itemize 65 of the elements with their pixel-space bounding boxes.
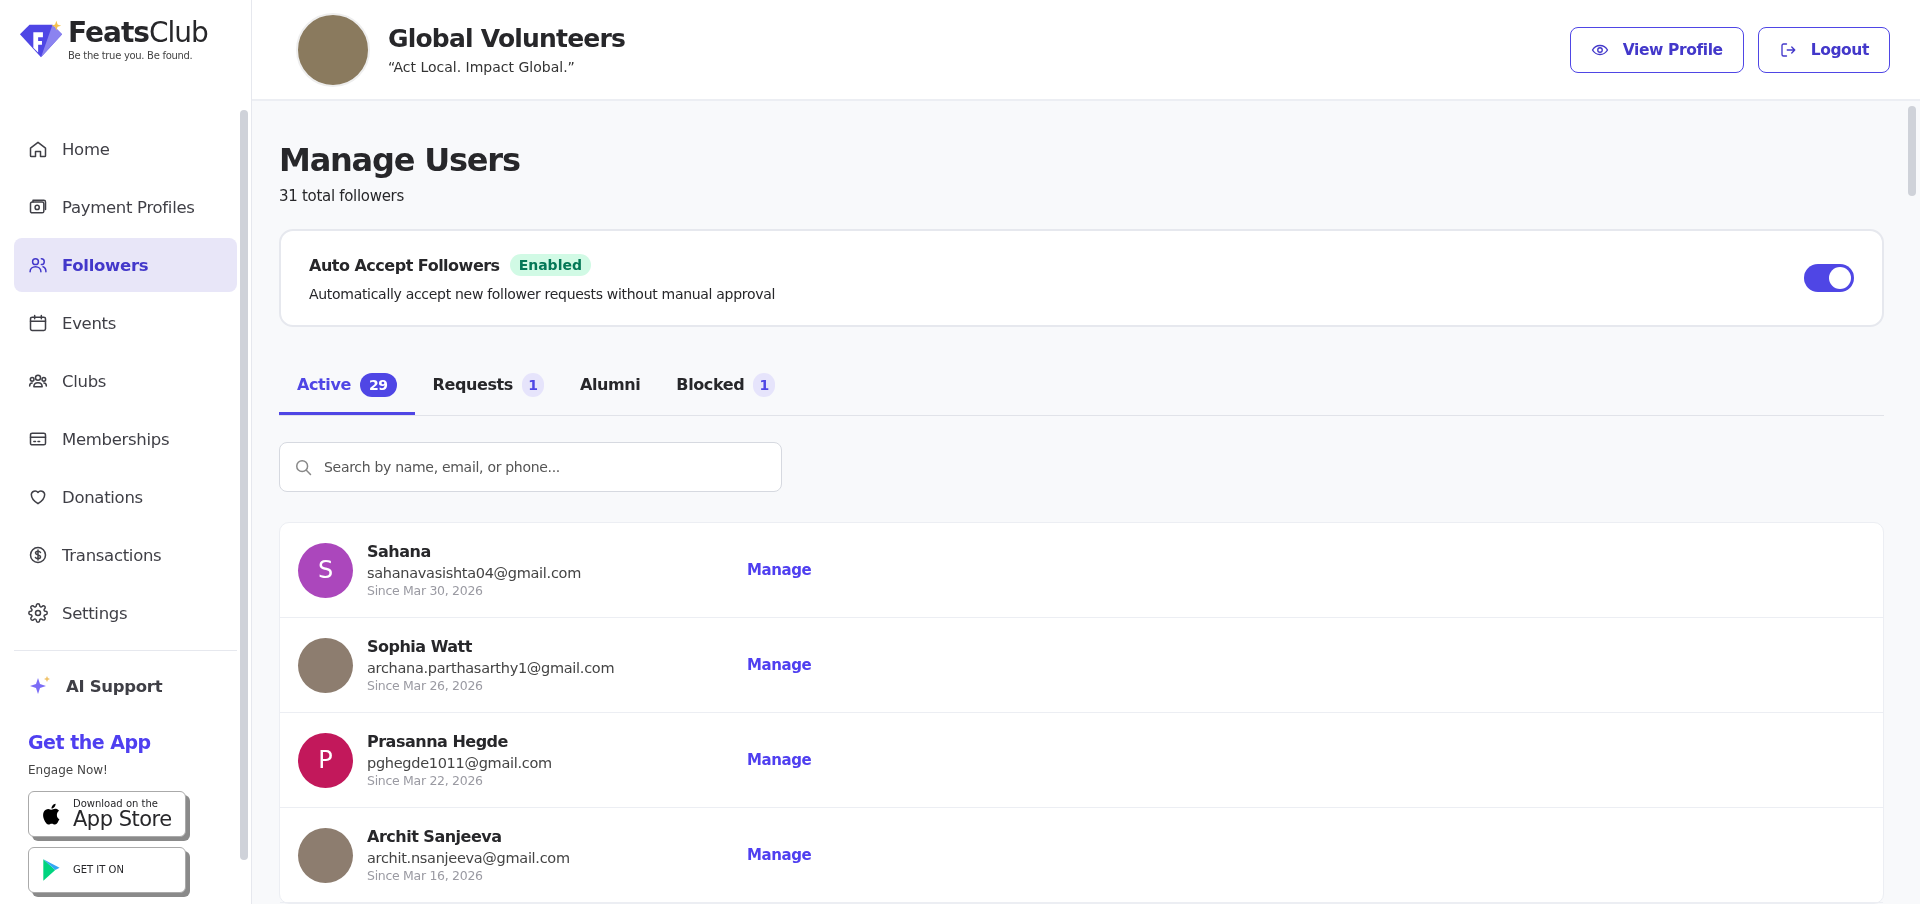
user-name: Sophia Watt <box>367 637 473 657</box>
sidebar-item[interactable]: Transactions <box>14 528 237 582</box>
user-email: archit.nsanjeeva@gmail.com <box>367 850 571 867</box>
manage-link[interactable]: Manage <box>747 656 812 675</box>
sidebar-item[interactable]: Donations <box>14 470 237 524</box>
user-email: pghegde1011@gmail.com <box>367 755 553 772</box>
logout-button[interactable]: Logout <box>1757 26 1890 73</box>
sidebar-item[interactable]: Home <box>14 122 237 176</box>
group-icon <box>28 371 48 391</box>
wallet-icon <box>28 197 48 217</box>
count-badge: 29 <box>359 372 397 397</box>
brand-tagline: Be the true you. Be found. <box>68 50 194 61</box>
avatar-photo-placeholder <box>298 637 353 693</box>
avatar: P <box>298 732 353 788</box>
scrollbar[interactable] <box>1908 106 1916 196</box>
sidebar-item[interactable]: Events <box>14 296 237 350</box>
sidebar-item[interactable]: Followers <box>14 238 237 292</box>
member-since: Since Mar 30, 2026 <box>367 583 484 599</box>
sidebar-item[interactable]: Settings <box>14 586 237 640</box>
manage-link[interactable]: Manage <box>747 751 812 770</box>
heart-icon <box>28 487 48 507</box>
calendar-icon <box>28 313 48 333</box>
follower-count: 31 total followers <box>279 187 405 206</box>
avatar: S <box>298 542 353 598</box>
users-icon <box>28 255 48 275</box>
setting-description: Automatically accept new follower requests without manual approval <box>309 286 776 303</box>
status-label: Enabled <box>509 254 591 277</box>
settings-icon <box>28 603 48 623</box>
search-field[interactable]: Search by name, email, or phone... <box>279 442 782 493</box>
tab[interactable]: Active 29 <box>279 357 415 416</box>
avatar-photo-placeholder <box>298 827 353 883</box>
user-name: Archit Sanjeeva <box>367 827 503 847</box>
home-icon <box>28 139 48 159</box>
member-since: Since Mar 22, 2026 <box>367 773 484 789</box>
org-name: Global Volunteers <box>388 24 626 53</box>
toggle-switch[interactable] <box>1804 264 1854 293</box>
brand-name: FeatsClub <box>68 19 208 47</box>
user-email: sahanavasishta04@gmail.com <box>367 565 582 582</box>
tab[interactable]: Requests 1 <box>414 357 562 416</box>
promo-heading: Get the App <box>28 731 152 753</box>
member-since: Since Mar 16, 2026 <box>367 868 484 884</box>
member-since: Since Mar 26, 2026 <box>367 678 484 694</box>
dollar-icon <box>28 545 48 565</box>
manage-link[interactable]: Manage <box>747 846 812 865</box>
org-motto: “Act Local. Impact Global.” <box>388 59 576 75</box>
view-profile-button[interactable]: View Profile <box>1569 26 1744 73</box>
manage-link[interactable]: Manage <box>747 561 812 580</box>
user-name: Sahana <box>367 542 432 562</box>
page-title: Manage Users <box>279 141 521 180</box>
user-name: Prasanna Hegde <box>367 732 509 752</box>
diamond-logo-icon <box>18 20 64 60</box>
count-badge: 1 <box>753 372 776 397</box>
tab[interactable]: Alumni <box>561 357 659 416</box>
tab[interactable]: Blocked 1 <box>658 357 794 416</box>
count-badge: 1 <box>521 372 544 397</box>
setting-title: Auto Accept Followers <box>309 255 500 275</box>
scrollbar[interactable] <box>240 110 248 860</box>
logout-icon <box>1778 40 1797 59</box>
sidebar-item[interactable]: Memberships <box>14 412 237 466</box>
user-email: archana.parthasarthy1@gmail.com <box>367 660 616 677</box>
sidebar-item[interactable]: Payment Profiles <box>14 180 237 234</box>
card-icon <box>28 429 48 449</box>
promo-text: Engage Now! <box>28 763 109 777</box>
sidebar-item[interactable]: Clubs <box>14 354 237 408</box>
ai-support-link[interactable]: AI Support <box>14 659 237 713</box>
